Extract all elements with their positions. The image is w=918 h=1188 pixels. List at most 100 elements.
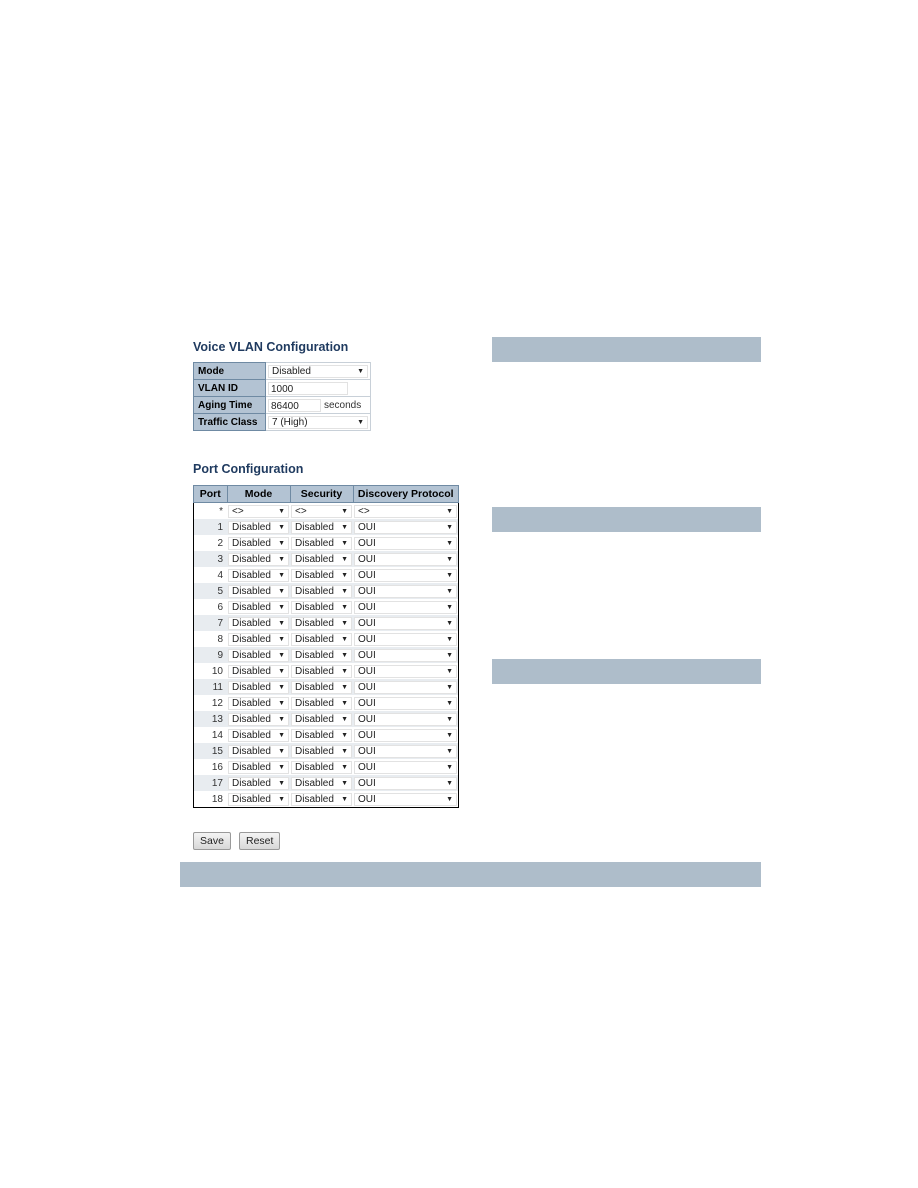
mode-select[interactable]: Disabled ▼ (228, 680, 289, 694)
discovery-select[interactable]: OUI ▼ (354, 696, 457, 710)
mode-select[interactable]: Disabled ▼ (228, 648, 289, 662)
discovery-select[interactable]: OUI ▼ (354, 632, 457, 646)
security-select[interactable]: Disabled ▼ (291, 632, 352, 646)
chevron-down-icon: ▼ (357, 367, 364, 375)
mode-select[interactable]: Disabled ▼ (228, 696, 289, 710)
security-select[interactable]: <> ▼ (291, 504, 352, 518)
discovery-select[interactable]: OUI ▼ (354, 600, 457, 614)
aging-time-input[interactable]: 86400 (268, 398, 321, 412)
port-row: 13 Disabled ▼ Disabled ▼ OUI ▼ (193, 711, 459, 727)
mode-select[interactable]: Disabled ▼ (268, 364, 368, 378)
chevron-down-icon: ▼ (341, 747, 348, 755)
security-select[interactable]: Disabled ▼ (291, 696, 352, 710)
discovery-select[interactable]: OUI ▼ (354, 728, 457, 742)
chevron-down-icon: ▼ (341, 635, 348, 643)
discovery-select[interactable]: OUI ▼ (354, 712, 457, 726)
discovery-select[interactable]: OUI ▼ (354, 520, 457, 534)
chevron-down-icon: ▼ (278, 779, 285, 787)
mode-select[interactable]: <> ▼ (228, 504, 289, 518)
chevron-down-icon: ▼ (446, 539, 453, 547)
section-bar (492, 337, 761, 362)
mode-select[interactable]: Disabled ▼ (228, 744, 289, 758)
chevron-down-icon: ▼ (278, 555, 285, 563)
discovery-select[interactable]: OUI ▼ (354, 552, 457, 566)
discovery-select[interactable]: OUI ▼ (354, 744, 457, 758)
mode-select[interactable]: Disabled ▼ (228, 760, 289, 774)
port-number: 14 (193, 727, 227, 743)
port-row: 4 Disabled ▼ Disabled ▼ OUI ▼ (193, 567, 459, 583)
aging-time-unit: seconds (324, 399, 362, 411)
mode-select[interactable]: Disabled ▼ (228, 632, 289, 646)
security-select[interactable]: Disabled ▼ (291, 712, 352, 726)
port-row: 15 Disabled ▼ Disabled ▼ OUI ▼ (193, 743, 459, 759)
port-row: 14 Disabled ▼ Disabled ▼ OUI ▼ (193, 727, 459, 743)
save-button[interactable]: Save (193, 832, 231, 850)
security-select[interactable]: Disabled ▼ (291, 648, 352, 662)
mode-select[interactable]: Disabled ▼ (228, 664, 289, 678)
port-row: 12 Disabled ▼ Disabled ▼ OUI ▼ (193, 695, 459, 711)
chevron-down-icon: ▼ (446, 523, 453, 531)
mode-select[interactable]: Disabled ▼ (228, 728, 289, 742)
discovery-select[interactable]: OUI ▼ (354, 760, 457, 774)
chevron-down-icon: ▼ (278, 683, 285, 691)
port-number: 15 (193, 743, 227, 759)
chevron-down-icon: ▼ (341, 699, 348, 707)
mode-select[interactable]: Disabled ▼ (228, 536, 289, 550)
mode-select[interactable]: Disabled ▼ (228, 552, 289, 566)
traffic-class-select[interactable]: 7 (High) ▼ (268, 415, 368, 429)
security-select[interactable]: Disabled ▼ (291, 520, 352, 534)
security-select[interactable]: Disabled ▼ (291, 600, 352, 614)
discovery-select[interactable]: OUI ▼ (354, 616, 457, 630)
voice-vlan-title: Voice VLAN Configuration (193, 340, 349, 354)
mode-select[interactable]: Disabled ▼ (228, 792, 289, 806)
vlan-id-input[interactable]: 1000 (268, 381, 348, 395)
discovery-select[interactable]: <> ▼ (354, 504, 457, 518)
chevron-down-icon: ▼ (446, 651, 453, 659)
mode-select[interactable]: Disabled ▼ (228, 712, 289, 726)
col-discovery: Discovery Protocol (352, 485, 459, 503)
security-select[interactable]: Disabled ▼ (291, 680, 352, 694)
security-select[interactable]: Disabled ▼ (291, 664, 352, 678)
chevron-down-icon: ▼ (446, 683, 453, 691)
col-mode: Mode (226, 485, 291, 503)
chevron-down-icon: ▼ (341, 779, 348, 787)
mode-select[interactable]: Disabled ▼ (228, 568, 289, 582)
chevron-down-icon: ▼ (446, 571, 453, 579)
security-select[interactable]: Disabled ▼ (291, 536, 352, 550)
security-select[interactable]: Disabled ▼ (291, 776, 352, 790)
port-row: 18 Disabled ▼ Disabled ▼ OUI ▼ (193, 791, 459, 808)
security-select[interactable]: Disabled ▼ (291, 552, 352, 566)
chevron-down-icon: ▼ (341, 555, 348, 563)
discovery-select[interactable]: OUI ▼ (354, 536, 457, 550)
mode-select[interactable]: Disabled ▼ (228, 520, 289, 534)
mode-select[interactable]: Disabled ▼ (228, 600, 289, 614)
discovery-select[interactable]: OUI ▼ (354, 680, 457, 694)
security-select[interactable]: Disabled ▼ (291, 760, 352, 774)
chevron-down-icon: ▼ (446, 779, 453, 787)
security-select[interactable]: Disabled ▼ (291, 584, 352, 598)
mode-select[interactable]: Disabled ▼ (228, 584, 289, 598)
discovery-select[interactable]: OUI ▼ (354, 776, 457, 790)
security-select[interactable]: Disabled ▼ (291, 568, 352, 582)
mode-select[interactable]: Disabled ▼ (228, 776, 289, 790)
mode-label: Mode (193, 362, 266, 380)
discovery-select[interactable]: OUI ▼ (354, 568, 457, 582)
security-select[interactable]: Disabled ▼ (291, 616, 352, 630)
port-config-table: Port Mode Security Discovery Protocol * … (193, 485, 459, 808)
discovery-select[interactable]: OUI ▼ (354, 792, 457, 806)
chevron-down-icon: ▼ (278, 523, 285, 531)
security-select[interactable]: Disabled ▼ (291, 728, 352, 742)
vlan-id-label: VLAN ID (193, 379, 266, 397)
chevron-down-icon: ▼ (341, 651, 348, 659)
discovery-select[interactable]: OUI ▼ (354, 648, 457, 662)
chevron-down-icon: ▼ (446, 507, 453, 515)
discovery-select[interactable]: OUI ▼ (354, 664, 457, 678)
chevron-down-icon: ▼ (341, 587, 348, 595)
security-select[interactable]: Disabled ▼ (291, 744, 352, 758)
security-select[interactable]: Disabled ▼ (291, 792, 352, 806)
port-row: 6 Disabled ▼ Disabled ▼ OUI ▼ (193, 599, 459, 615)
reset-button[interactable]: Reset (239, 832, 281, 850)
discovery-select[interactable]: OUI ▼ (354, 584, 457, 598)
traffic-class-label: Traffic Class (193, 413, 266, 431)
mode-select[interactable]: Disabled ▼ (228, 616, 289, 630)
